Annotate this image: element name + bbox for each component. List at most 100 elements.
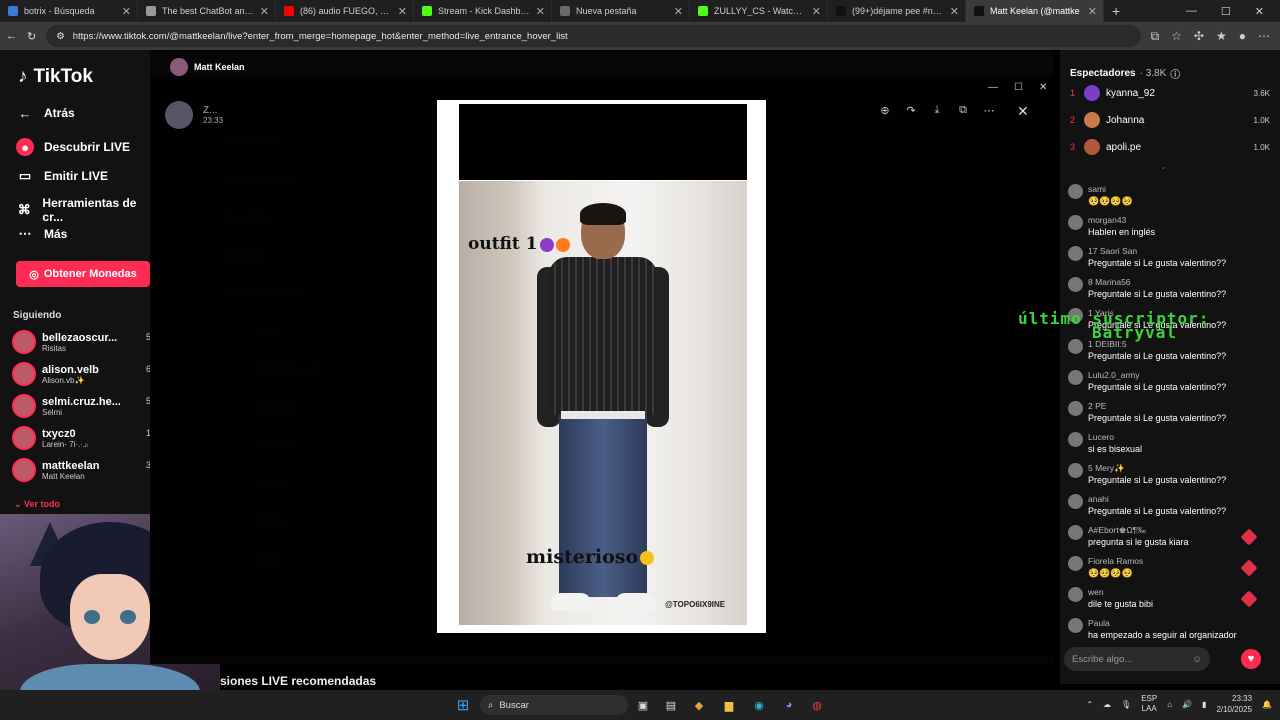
person-shoe [615,593,655,611]
download-icon[interactable]: ⤓ [930,104,944,117]
browser-tab[interactable]: The best ChatBot and Widg✕ [138,0,276,22]
browser-tab[interactable]: (86) audio FUEGO, FUEGO!✕ [276,0,414,22]
close-icon[interactable]: ✕ [1039,82,1047,93]
microphone-icon[interactable]: 🎙 [1121,700,1131,709]
tab-favicon-icon [836,6,846,16]
close-tab-icon[interactable]: ✕ [812,5,821,18]
chat-message[interactable]: wen dile te gusta bibi [1068,587,1268,615]
tiktok-logo[interactable]: ♪ TikTok [18,66,93,88]
start-icon[interactable]: ⊞ [454,696,472,714]
chat-message[interactable]: 8 Marina56 Preguntale si Le gusta valenti… [1068,277,1268,305]
task-view-icon[interactable]: ▣ [634,696,652,714]
browser-tab[interactable]: Nueva pestaña ✕ [552,0,690,22]
browser-tab[interactable]: Stream - Kick Dashboard ✕ [414,0,552,22]
viewer-close-icon[interactable]: ✕ [1017,103,1029,120]
chat-message[interactable]: anahi Preguntale si Le gusta valentino?? [1068,494,1268,522]
chat-message[interactable]: Fiorela Ramos 🥺🥺🥺🥺 [1068,556,1268,584]
close-tab-icon[interactable]: ✕ [122,5,131,18]
minimize-icon[interactable]: — [1186,5,1197,17]
browser-tab[interactable]: ZULLYY_CS - Watch the VO✕ [690,0,828,22]
clock[interactable]: 23:33 2/10/2025 [1216,693,1252,715]
nav-creator-tools[interactable]: ⌘ Herramientas de cr... [16,196,150,224]
live-host-header[interactable]: Matt Keelan [170,58,245,76]
menu-icon[interactable]: ⋯ [1258,29,1270,44]
chat-message[interactable]: 2 PE Preguntale si Le gusta valentino?? [1068,401,1268,429]
chat-message[interactable]: Lucero si es bisexual [1068,432,1268,460]
chat-message[interactable]: Lulu2.0_army Preguntale si Le gusta valen… [1068,370,1268,398]
favorite-star-icon[interactable]: ☆ [1171,29,1182,44]
open-external-icon[interactable]: ⧉ [956,104,970,117]
emoji-picker-icon[interactable]: ☺ [1192,654,1202,665]
tray-chevron-icon[interactable]: ⌃ [1086,700,1093,709]
viewer-window-controls: — ☐ ✕ [988,82,1047,93]
get-coins-button[interactable]: ◎ Obtener Monedas [16,261,150,287]
browser-tab[interactable]: botrix - Búsqueda ✕ [0,0,138,22]
expand-chevron-icon[interactable]: ⌄ [1160,162,1167,171]
see-all-link[interactable]: ⌄ Ver todo [14,499,60,510]
discord-icon[interactable]: ◕ [780,696,798,714]
nav-more[interactable]: ⋯ Más [16,225,68,243]
browser-tab[interactable]: (99+)déjame pee #nosupe✕ [828,0,966,22]
following-item[interactable]: bellezaoscur... Risitas 5 [12,330,151,354]
zoom-icon[interactable]: ⊕ [878,104,892,117]
network-icon[interactable]: ⌂ [1167,700,1172,709]
nav-back[interactable]: ← Atrás [16,104,75,122]
avatar [1068,370,1083,385]
chat-input[interactable]: Escribe algo... ☺ [1064,647,1210,671]
extensions-icon[interactable]: ✣ [1194,29,1204,44]
following-item[interactable]: txycz0Larein· 7i·.·.ᵢₗ12 [12,426,156,450]
site-info-icon[interactable]: ⚙ [56,31,65,42]
following-item[interactable]: mattkeelanMatt Keelan3.8 [12,458,159,482]
top-viewer-row[interactable]: 2 Johanna 1.0K [1070,112,1270,128]
nav-discover-live[interactable]: ● Descubrir LIVE [16,138,130,156]
close-tab-icon[interactable]: ✕ [536,5,545,18]
close-tab-icon[interactable]: ✕ [674,5,683,18]
edge-icon[interactable]: ◉ [750,696,768,714]
favorites-icon[interactable]: ★ [1216,29,1227,44]
copilot-icon[interactable]: ◆ [690,696,708,714]
reload-icon[interactable]: ↻ [27,30,36,43]
like-heart-button[interactable]: ♥ [1241,649,1261,669]
chat-message[interactable]: 1 DEIBII:5 Preguntale si Le gusta valenti… [1068,339,1268,367]
following-item[interactable]: selmi.cruz.he... Selmi 5 [12,394,151,418]
chat-message[interactable]: A#Ebort♚Ω¶‰ pregunta si le gusta kiara [1068,525,1268,553]
maximize-icon[interactable]: ☐ [1221,5,1231,18]
maximize-icon[interactable]: ☐ [1014,82,1023,93]
chat-message[interactable]: sami 🥺🥺🥺🥺 [1068,184,1268,212]
open-in-app-icon[interactable]: ⧉ [1151,29,1160,44]
profile-icon[interactable]: ● [1239,29,1246,44]
battery-icon[interactable]: ▮ [1202,700,1206,709]
new-tab-icon[interactable]: + [1112,3,1120,19]
caption-outfit: outfit 1 [468,234,570,254]
close-tab-icon[interactable]: ✕ [1088,5,1097,18]
chat-message[interactable]: 17 Saori San Preguntale si Le gusta valen… [1068,246,1268,274]
url-field[interactable]: ⚙ https://www.tiktok.com/@mattkeelan/liv… [46,25,1141,47]
chat-message[interactable]: morgan43 Hablen en inglés [1068,215,1268,243]
top-viewer-row[interactable]: 1 kyanna_92 3.6K [1070,85,1270,101]
chrome-icon[interactable]: ◍ [808,696,826,714]
minimize-icon[interactable]: — [988,82,998,93]
image-black-band [459,104,747,180]
chat-message[interactable]: Paula ha empezado a seguir al organizador [1068,618,1268,646]
close-tab-icon[interactable]: ✕ [398,5,407,18]
close-window-icon[interactable]: ✕ [1255,5,1264,18]
forward-icon[interactable]: ↷ [904,104,918,117]
close-tab-icon[interactable]: ✕ [950,5,959,18]
info-icon[interactable]: ⓘ [1170,66,1180,81]
taskbar-search[interactable]: ⌕ Buscar [480,695,628,715]
close-tab-icon[interactable]: ✕ [260,5,269,18]
browser-tab[interactable]: Matt Keelan (@mattke ✕ [966,0,1104,22]
notifications-icon[interactable]: 🔔 [1262,700,1272,709]
onedrive-icon[interactable]: ☁ [1103,700,1111,709]
nav-go-live[interactable]: ▭ Emitir LIVE [16,167,108,185]
volume-icon[interactable]: 🔊 [1182,700,1192,709]
more-icon[interactable]: ⋯ [982,104,996,117]
file-explorer-icon[interactable]: ▆ [720,696,738,714]
top-viewer-row[interactable]: 3 apoli.pe 1.0K [1070,139,1270,155]
chat-message[interactable]: 5 Mery✨ Preguntale si Le gusta valentino?… [1068,463,1268,491]
back-icon[interactable]: ← [6,30,17,42]
language-indicator[interactable]: ESP LAA [1141,694,1157,714]
store-icon[interactable]: ▤ [662,696,680,714]
following-item[interactable]: alison.velb Alison.vb✨ 6 [12,362,151,386]
person-hair [580,203,626,225]
